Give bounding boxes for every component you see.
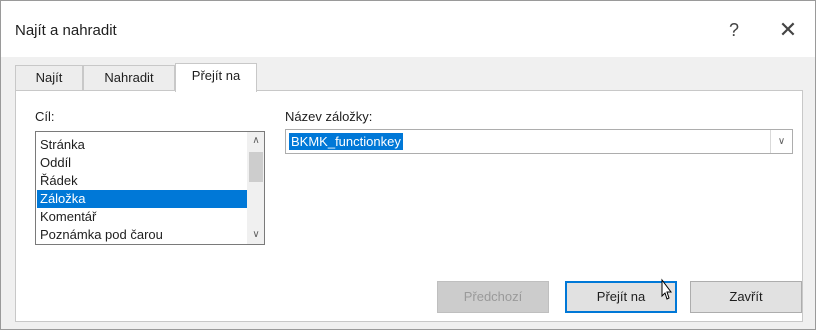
bookmark-name-label: Název záložky: xyxy=(285,109,373,124)
list-item[interactable]: Stránka xyxy=(37,136,247,154)
close-button[interactable]: Zavřít xyxy=(690,281,802,313)
chevron-up-icon[interactable]: ∧ xyxy=(247,132,264,150)
bookmark-name-value[interactable]: BKMK_functionkey xyxy=(289,133,403,150)
tab-goto[interactable]: Přejít na xyxy=(175,63,257,92)
close-icon[interactable]: ✕ xyxy=(771,15,805,45)
find-replace-dialog: Najít a nahradit ? ✕ Najít Nahradit Přej… xyxy=(0,0,816,330)
target-listbox[interactable]: Stránka Oddíl Řádek Záložka Komentář Poz… xyxy=(35,131,265,245)
dialog-title: Najít a nahradit xyxy=(15,22,117,39)
tab-replace[interactable]: Nahradit xyxy=(83,65,175,91)
title-bar: Najít a nahradit ? ✕ xyxy=(1,1,815,57)
bookmark-name-combobox[interactable]: BKMK_functionkey ∨ xyxy=(285,129,793,154)
chevron-down-icon[interactable]: ∨ xyxy=(770,130,792,153)
help-button[interactable]: ? xyxy=(717,15,751,45)
list-item[interactable]: Řádek xyxy=(37,172,247,190)
list-item[interactable]: Komentář xyxy=(37,208,247,226)
listbox-scrollbar[interactable]: ∧ ∨ xyxy=(247,132,264,244)
chevron-down-icon[interactable]: ∨ xyxy=(247,226,264,244)
previous-button[interactable]: Předchozí xyxy=(437,281,549,313)
tab-panel-goto: Cíl: Stránka Oddíl Řádek Záložka Komentá… xyxy=(15,90,803,322)
scrollbar-thumb[interactable] xyxy=(249,152,263,182)
tab-find[interactable]: Najít xyxy=(15,65,83,91)
list-item[interactable]: Poznámka pod čarou xyxy=(37,226,247,244)
target-label: Cíl: xyxy=(35,109,55,124)
list-item[interactable]: Oddíl xyxy=(37,154,247,172)
mouse-pointer-icon xyxy=(661,278,672,300)
list-item-selected[interactable]: Záložka xyxy=(37,190,247,208)
